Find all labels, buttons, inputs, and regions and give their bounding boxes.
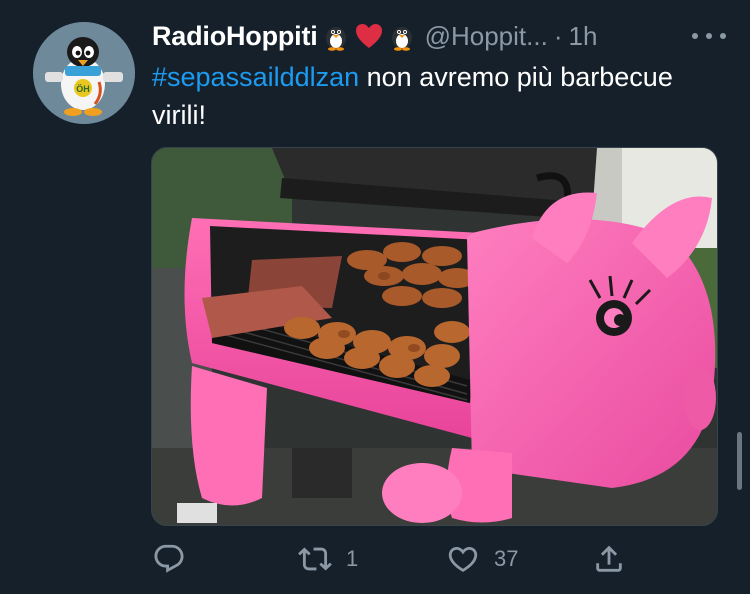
more-options-icon[interactable] bbox=[692, 22, 726, 50]
separator-dot: · bbox=[553, 20, 563, 51]
avatar[interactable]: ÖH bbox=[33, 22, 135, 124]
heart-icon bbox=[448, 546, 478, 572]
tweet-text: #sepassailddlzan non avremo più barbecue… bbox=[152, 58, 712, 134]
timestamp[interactable]: 1h bbox=[568, 21, 597, 52]
tweet-photo[interactable] bbox=[151, 147, 718, 526]
share-button[interactable] bbox=[592, 538, 626, 580]
share-icon bbox=[596, 545, 622, 572]
retweet-icon bbox=[298, 547, 332, 571]
red-heart-emoji-icon bbox=[354, 21, 384, 51]
user-handle[interactable]: @Hoppit... bbox=[425, 21, 548, 52]
tweet-header: RadioHoppiti @Hoppit... · 1h bbox=[152, 18, 726, 54]
penguin-emoji-icon bbox=[321, 21, 351, 51]
retweet-count: 1 bbox=[346, 546, 359, 571]
retweet-button[interactable]: 1 bbox=[298, 538, 358, 580]
reply-icon bbox=[154, 544, 184, 573]
scrollbar-thumb[interactable] bbox=[737, 432, 742, 490]
hashtag-link[interactable]: #sepassailddlzan bbox=[152, 62, 359, 92]
like-button[interactable]: 37 bbox=[446, 538, 518, 580]
tweet-actions: 1 37 bbox=[152, 538, 632, 580]
display-name[interactable]: RadioHoppiti bbox=[152, 21, 318, 52]
tweet[interactable]: ÖH RadioHoppiti @Hoppit... · 1h #sepassa… bbox=[0, 0, 750, 594]
like-count: 37 bbox=[494, 546, 519, 571]
reply-button[interactable] bbox=[152, 538, 200, 580]
svg-text:ÖH: ÖH bbox=[76, 84, 90, 94]
penguin-emoji-icon bbox=[387, 21, 417, 51]
